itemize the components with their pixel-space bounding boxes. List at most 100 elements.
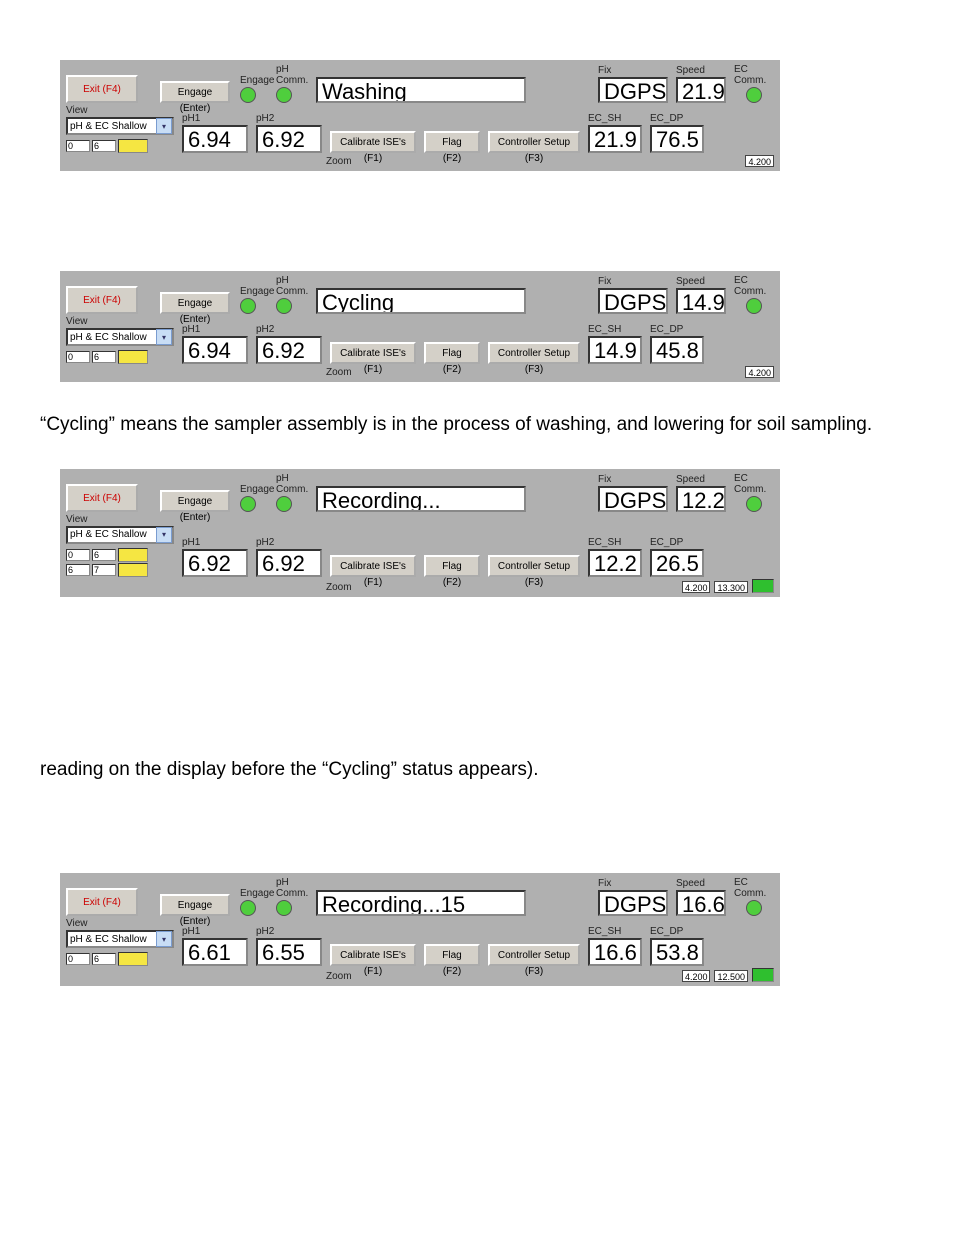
tail-value-0: 4.200 bbox=[745, 366, 774, 378]
phcomm-led bbox=[276, 87, 292, 103]
ecdp-label: EC_DP bbox=[650, 113, 683, 124]
eccomm-led bbox=[746, 298, 762, 314]
tail-value-1: 12.500 bbox=[714, 970, 748, 982]
view-select[interactable]: pH & EC Shallow ▾ bbox=[66, 526, 174, 544]
yellow-bar bbox=[118, 548, 148, 562]
ecsh-display: 21.9 bbox=[588, 125, 642, 153]
ph1-label: pH1 bbox=[182, 537, 200, 548]
engage-led bbox=[240, 900, 256, 916]
speed-display: 16.6 bbox=[676, 890, 726, 916]
mini-value-0: 0 bbox=[66, 549, 90, 561]
exit-button[interactable]: Exit (F4) bbox=[66, 484, 138, 512]
yellow-bar-2 bbox=[118, 563, 148, 577]
view-select[interactable]: pH & EC Shallow ▾ bbox=[66, 117, 174, 135]
controller-setup-button[interactable]: Controller Setup (F3) bbox=[488, 944, 580, 966]
ecsh-label: EC_SH bbox=[588, 324, 621, 335]
ph2-display: 6.92 bbox=[256, 125, 322, 153]
ph2-display: 6.92 bbox=[256, 549, 322, 577]
engage-label: Engage bbox=[240, 286, 274, 297]
flag-button[interactable]: Flag (F2) bbox=[424, 131, 480, 153]
controller-setup-button[interactable]: Controller Setup (F3) bbox=[488, 342, 580, 364]
speed-display: 12.2 bbox=[676, 486, 726, 512]
zoom-label: Zoom bbox=[326, 367, 352, 378]
ecdp-display: 45.8 bbox=[650, 336, 704, 364]
view-select[interactable]: pH & EC Shallow ▾ bbox=[66, 328, 174, 346]
fix-display: DGPS bbox=[598, 288, 668, 314]
zoom-label: Zoom bbox=[326, 582, 352, 593]
ph1-label: pH1 bbox=[182, 324, 200, 335]
view-label: View bbox=[66, 316, 88, 327]
yellow-bar bbox=[118, 952, 148, 966]
controller-setup-button[interactable]: Controller Setup (F3) bbox=[488, 131, 580, 153]
mini-value-0: 0 bbox=[66, 953, 90, 965]
status-display: Cycling bbox=[316, 288, 526, 314]
engage-button[interactable]: Engage (Enter) bbox=[160, 894, 230, 916]
yellow-bar bbox=[118, 139, 148, 153]
engage-led bbox=[240, 496, 256, 512]
chevron-down-icon: ▾ bbox=[156, 118, 172, 134]
ecdp-display: 53.8 bbox=[650, 938, 704, 966]
mini-value-6b: 6 bbox=[66, 564, 90, 576]
exit-button[interactable]: Exit (F4) bbox=[66, 888, 138, 916]
ui-panel: Exit (F4) Engage (Enter) Engage pH Comm.… bbox=[60, 271, 780, 382]
caption-cycling: “Cycling” means the sampler assembly is … bbox=[40, 412, 914, 439]
eccomm-label: EC Comm. bbox=[734, 877, 774, 899]
ph2-display: 6.92 bbox=[256, 336, 322, 364]
mini-value-6: 6 bbox=[92, 953, 116, 965]
engage-button[interactable]: Engage (Enter) bbox=[160, 490, 230, 512]
view-label: View bbox=[66, 918, 88, 929]
chevron-down-icon: ▾ bbox=[156, 931, 172, 947]
ph1-display: 6.92 bbox=[182, 549, 248, 577]
speed-label: Speed bbox=[676, 474, 705, 485]
chevron-down-icon: ▾ bbox=[156, 329, 172, 345]
ecsh-display: 16.6 bbox=[588, 938, 642, 966]
tail-value-0: 4.200 bbox=[682, 970, 711, 982]
eccomm-led bbox=[746, 900, 762, 916]
view-select-value: pH & EC Shallow bbox=[70, 121, 147, 132]
status-display: Washing bbox=[316, 77, 526, 103]
flag-button[interactable]: Flag (F2) bbox=[424, 342, 480, 364]
eccomm-label: EC Comm. bbox=[734, 64, 774, 86]
fix-display: DGPS bbox=[598, 486, 668, 512]
phcomm-label: pH Comm. bbox=[276, 877, 312, 899]
zoom-label: Zoom bbox=[326, 971, 352, 982]
engage-label: Engage bbox=[240, 75, 274, 86]
calibrate-button[interactable]: Calibrate ISE's (F1) bbox=[330, 342, 416, 364]
tail-value-0: 4.200 bbox=[682, 581, 711, 593]
engage-button[interactable]: Engage (Enter) bbox=[160, 292, 230, 314]
calibrate-button[interactable]: Calibrate ISE's (F1) bbox=[330, 555, 416, 577]
ecdp-display: 76.5 bbox=[650, 125, 704, 153]
calibrate-button[interactable]: Calibrate ISE's (F1) bbox=[330, 131, 416, 153]
ph2-label: pH2 bbox=[256, 926, 274, 937]
exit-button[interactable]: Exit (F4) bbox=[66, 75, 138, 103]
engage-button[interactable]: Engage (Enter) bbox=[160, 81, 230, 103]
phcomm-led bbox=[276, 298, 292, 314]
ph2-display: 6.55 bbox=[256, 938, 322, 966]
ecdp-label: EC_DP bbox=[650, 324, 683, 335]
flag-button[interactable]: Flag (F2) bbox=[424, 555, 480, 577]
ecsh-display: 12.2 bbox=[588, 549, 642, 577]
ecdp-label: EC_DP bbox=[650, 537, 683, 548]
ph1-display: 6.94 bbox=[182, 125, 248, 153]
ph1-label: pH1 bbox=[182, 926, 200, 937]
speed-label: Speed bbox=[676, 65, 705, 76]
calibrate-button[interactable]: Calibrate ISE's (F1) bbox=[330, 944, 416, 966]
flag-button[interactable]: Flag (F2) bbox=[424, 944, 480, 966]
status-display: Recording...15 bbox=[316, 890, 526, 916]
eccomm-led bbox=[746, 496, 762, 512]
tail-value-1: 13.300 bbox=[714, 581, 748, 593]
mini-value-7: 7 bbox=[92, 564, 116, 576]
controller-setup-button[interactable]: Controller Setup (F3) bbox=[488, 555, 580, 577]
mini-value-0: 0 bbox=[66, 351, 90, 363]
engage-label: Engage bbox=[240, 484, 274, 495]
ecdp-label: EC_DP bbox=[650, 926, 683, 937]
fix-display: DGPS bbox=[598, 890, 668, 916]
phcomm-label: pH Comm. bbox=[276, 64, 312, 86]
chevron-down-icon: ▾ bbox=[156, 527, 172, 543]
view-select-value: pH & EC Shallow bbox=[70, 332, 147, 343]
eccomm-label: EC Comm. bbox=[734, 473, 774, 495]
exit-button[interactable]: Exit (F4) bbox=[66, 286, 138, 314]
phcomm-led bbox=[276, 900, 292, 916]
view-select[interactable]: pH & EC Shallow ▾ bbox=[66, 930, 174, 948]
status-display: Recording... bbox=[316, 486, 526, 512]
